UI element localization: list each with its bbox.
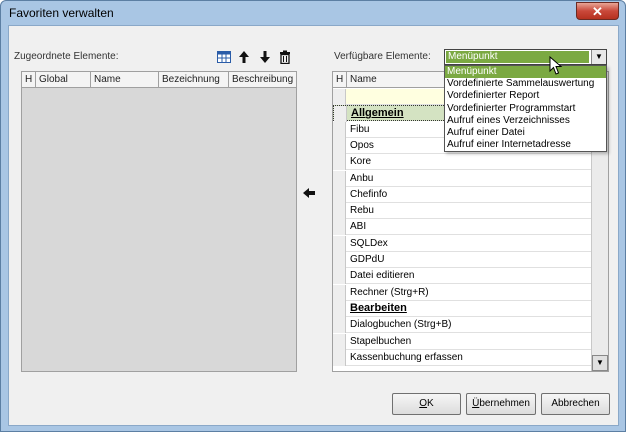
row-label: Datei editieren (350, 270, 415, 282)
element-type-select[interactable]: Menüpunkt ▼ (444, 49, 607, 65)
list-item[interactable]: ABI (333, 219, 592, 236)
dialog-window: Favoriten verwalten ✕ Zugeordnete Elemen… (0, 0, 626, 432)
row-indicator[interactable] (333, 317, 346, 334)
list-item[interactable]: Dialogbuchen (Strg+B) (333, 317, 592, 334)
assigned-elements-label: Zugeordnete Elemente: (14, 51, 119, 62)
dropdown-option[interactable]: Aufruf eines Verzeichnisses (445, 115, 606, 127)
col-header-h[interactable]: H (22, 72, 36, 88)
group-row[interactable]: Bearbeiten (333, 300, 592, 317)
col-header-beschreibung[interactable]: Beschreibung (229, 72, 298, 88)
mouse-cursor-icon (549, 56, 563, 75)
row-label: SQLDex (350, 237, 388, 249)
arrow-up-icon[interactable] (237, 50, 251, 64)
row-indicator[interactable] (333, 284, 346, 301)
dialog-body: Zugeordnete Elemente: H Global Name Beze… (8, 25, 619, 426)
list-item[interactable]: Stapelbuchen (333, 333, 592, 350)
row-label: Chefinfo (350, 188, 388, 200)
row-label: Rechner (Strg+R) (350, 286, 429, 298)
list-item[interactable]: GDPdU (333, 252, 592, 268)
row-label: Dialogbuchen (Strg+B) (350, 319, 452, 331)
apply-button-label: bernehmen (479, 398, 530, 409)
cancel-button[interactable]: Abbrechen (541, 393, 610, 415)
row-label: Kore (350, 156, 372, 168)
row-indicator[interactable] (333, 137, 346, 154)
col-header-global[interactable]: Global (36, 72, 91, 88)
trash-icon[interactable] (278, 50, 292, 65)
assigned-grid-header: H Global Name Bezeichnung Beschreibung (22, 72, 296, 88)
list-item[interactable]: Chefinfo (333, 186, 592, 203)
row-label: Opos (350, 139, 374, 151)
col-header-h[interactable]: H (333, 72, 347, 88)
dropdown-option[interactable]: Aufruf einer Datei (445, 127, 606, 139)
title-bar[interactable]: Favoriten verwalten ✕ (1, 1, 625, 25)
row-indicator[interactable] (333, 121, 346, 138)
row-indicator[interactable] (334, 106, 347, 123)
cancel-button-label: Abbrechen (551, 398, 600, 409)
arrow-down-icon[interactable] (258, 50, 272, 64)
row-indicator[interactable] (333, 170, 346, 187)
chevron-down-icon[interactable]: ▼ (591, 50, 606, 64)
window-title: Favoriten verwalten (9, 6, 114, 20)
row-label: Bearbeiten (350, 301, 407, 314)
available-elements-label: Verfügbare Elemente: (334, 51, 431, 62)
list-item[interactable]: Rechner (Strg+R) (333, 284, 592, 301)
apply-button[interactable]: Übernehmen (466, 393, 536, 415)
ok-button-mnemonic: O (419, 398, 428, 409)
dropdown-option[interactable]: Aufruf einer Internetadresse (445, 139, 606, 151)
row-label: Stapelbuchen (350, 335, 412, 347)
row-indicator[interactable] (333, 219, 346, 236)
row-indicator[interactable] (333, 252, 346, 268)
grid-icon[interactable] (217, 50, 231, 64)
row-label: Rebu (350, 205, 374, 217)
col-header-name[interactable]: Name (91, 72, 159, 88)
assigned-elements-grid[interactable]: H Global Name Bezeichnung Beschreibung (21, 71, 297, 372)
row-label: Fibu (350, 123, 370, 135)
ok-button[interactable]: OK (392, 393, 461, 415)
row-indicator[interactable] (333, 349, 346, 366)
move-left-arrow-icon[interactable] (302, 186, 316, 203)
col-header-bezeichnung[interactable]: Bezeichnung (159, 72, 229, 88)
element-type-dropdown[interactable]: Menüpunkt Vordefinierte Sammelauswertung V… (444, 65, 607, 152)
list-item[interactable]: Datei editieren (333, 268, 592, 285)
row-label: ABI (350, 221, 367, 233)
row-label: GDPdU (350, 254, 385, 265)
dropdown-option[interactable]: Menüpunkt (445, 66, 606, 79)
row-indicator[interactable] (333, 235, 346, 252)
dropdown-option[interactable]: Vordefinierter Programmstart (445, 103, 606, 115)
row-indicator[interactable] (333, 186, 346, 203)
dropdown-option[interactable]: Vordefinierter Report (445, 90, 606, 102)
scroll-down-icon[interactable]: ▼ (592, 355, 608, 371)
row-label: Allgemein (351, 107, 404, 120)
row-indicator[interactable] (333, 203, 346, 220)
row-indicator[interactable] (333, 89, 346, 105)
ok-button-label: K (427, 398, 434, 409)
row-indicator[interactable] (333, 333, 346, 350)
row-label: Anbu (350, 172, 374, 184)
dropdown-option[interactable]: Vordefinierte Sammelauswertung (445, 78, 606, 90)
row-indicator[interactable] (333, 268, 346, 285)
element-type-value: Menüpunkt (446, 51, 589, 63)
row-indicator[interactable] (333, 154, 346, 171)
list-item[interactable]: Kore (333, 154, 592, 171)
row-label: Kassenbuchung erfassen (350, 351, 463, 363)
list-item[interactable]: SQLDex (333, 235, 592, 252)
list-item[interactable]: Rebu (333, 203, 592, 220)
close-icon: ✕ (592, 4, 603, 19)
close-button[interactable]: ✕ (576, 2, 619, 20)
list-item[interactable]: Anbu (333, 170, 592, 187)
list-item[interactable]: Kassenbuchung erfassen (333, 349, 592, 366)
row-indicator[interactable] (333, 300, 346, 317)
